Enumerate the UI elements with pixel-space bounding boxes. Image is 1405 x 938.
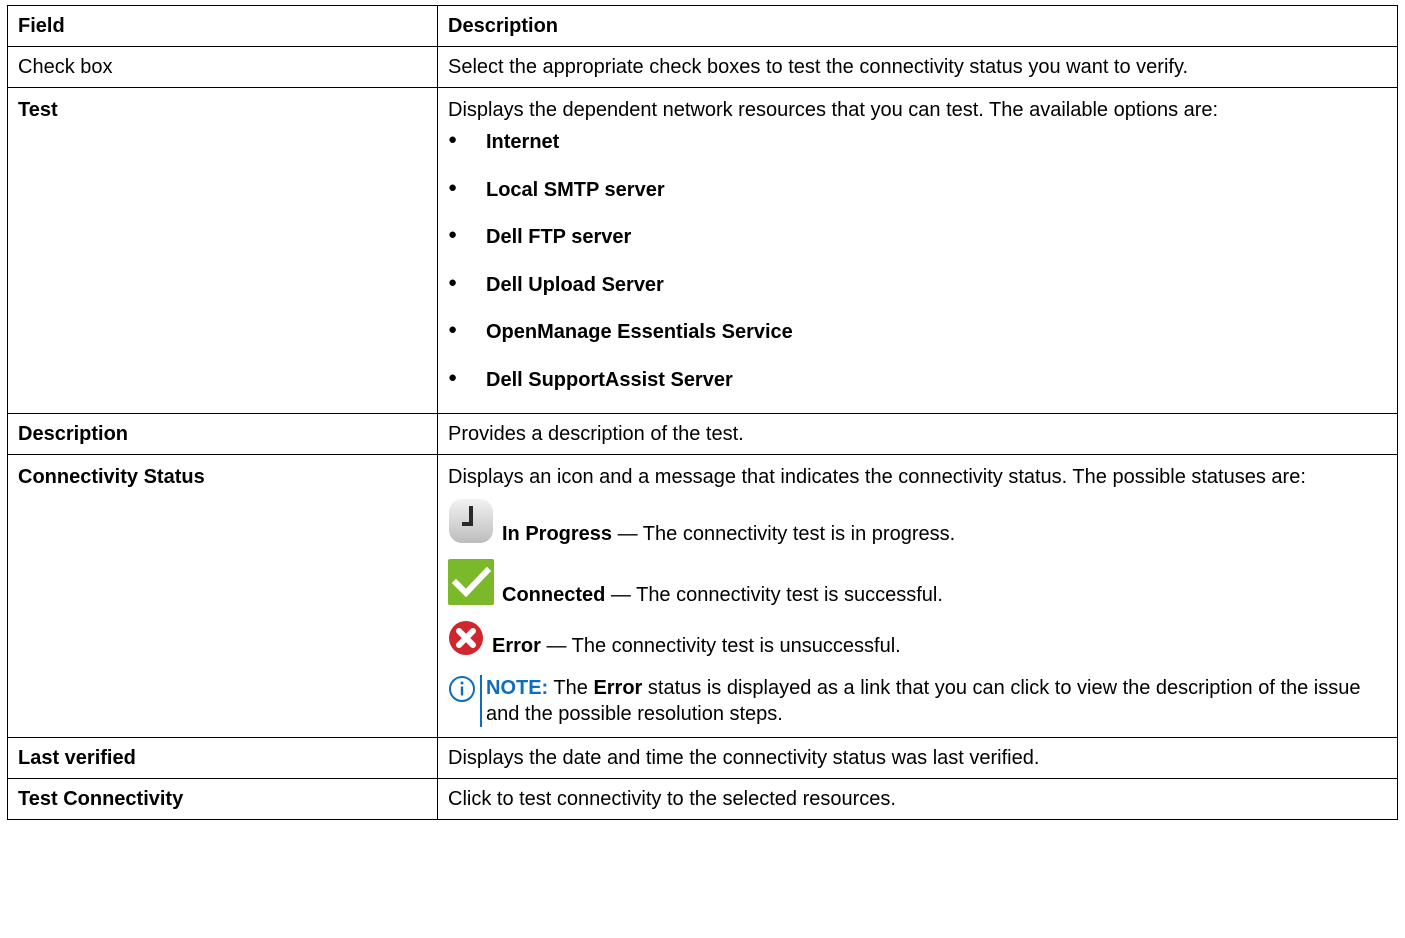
status-error: Error — The connectivity test is unsucce… — [448, 620, 1387, 663]
note-strong: Error — [593, 676, 643, 699]
test-intro: Displays the dependent network resources… — [448, 99, 1219, 121]
list-item: ● OpenManage Essentials Service — [448, 319, 1387, 367]
bullet-icon: ● — [448, 321, 458, 338]
info-icon — [448, 675, 476, 703]
status-name: In Progress — [502, 522, 613, 545]
bullet-icon: ● — [448, 226, 458, 243]
option-label: Dell SupportAssist Server — [486, 368, 733, 391]
option-label: OpenManage Essentials Service — [486, 321, 793, 343]
connectivity-intro: Displays an icon and a message that indi… — [448, 465, 1306, 488]
status-text: — The connectivity test is unsuccessful. — [540, 634, 901, 657]
field-check-box: Check box — [7, 46, 438, 88]
field-test: Test — [7, 87, 438, 414]
bullet-icon: ● — [448, 273, 458, 291]
error-icon — [448, 620, 484, 663]
table-row: Last verified Displays the date and time… — [7, 736, 1398, 779]
status-name: Connected — [502, 583, 606, 606]
field-description-table: Field Description Check box Select the a… — [7, 5, 1398, 820]
list-item: ● Dell FTP server — [448, 224, 1387, 272]
note-label: NOTE: — [486, 676, 549, 699]
field-last-verified: Last verified — [7, 736, 438, 779]
option-label: Dell Upload Server — [486, 273, 664, 296]
status-name: Error — [492, 634, 541, 657]
note-text-pre: The — [548, 676, 594, 699]
bullet-icon: ● — [448, 178, 458, 196]
option-label: Dell FTP server — [486, 226, 632, 248]
status-connected: Connected — The connectivity test is suc… — [448, 558, 1387, 612]
test-options-list: ● Internet ● Local SMTP server ● Dell FTP s… — [448, 129, 1387, 401]
desc-last-verified: Displays the date and time the connectiv… — [437, 736, 1398, 779]
list-item: ● Dell SupportAssist Server — [448, 367, 1387, 401]
table-header-row: Field Description — [7, 5, 1398, 47]
table-row: Check box Select the appropriate check b… — [7, 46, 1398, 88]
option-label: Local SMTP server — [486, 178, 665, 201]
desc-connectivity-status: Displays an icon and a message that indi… — [437, 453, 1398, 738]
clock-icon — [448, 498, 494, 551]
header-field: Field — [7, 5, 438, 47]
table-row: Test Connectivity Click to test connecti… — [7, 777, 1398, 820]
desc-description: Provides a description of the test. — [437, 412, 1398, 455]
field-connectivity-status: Connectivity Status — [7, 453, 438, 738]
header-description: Description — [437, 5, 1398, 47]
desc-check-box: Select the appropriate check boxes to te… — [437, 46, 1398, 88]
status-in-progress: In Progress — The connectivity test is i… — [448, 498, 1387, 551]
table-row: Test Displays the dependent network reso… — [7, 87, 1398, 414]
table-row: Connectivity Status Displays an icon and… — [7, 453, 1398, 738]
status-text: — The connectivity test is in progress. — [612, 522, 956, 545]
option-label: Internet — [486, 131, 560, 153]
field-test-connectivity: Test Connectivity — [7, 777, 438, 820]
bullet-icon: ● — [448, 131, 458, 148]
list-item: ● Internet — [448, 129, 1387, 177]
desc-test-connectivity: Click to test connectivity to the select… — [437, 777, 1398, 820]
field-description: Description — [7, 412, 438, 455]
bullet-icon: ● — [448, 368, 458, 386]
list-item: ● Dell Upload Server — [448, 272, 1387, 320]
table-row: Description Provides a description of th… — [7, 412, 1398, 455]
note-callout: NOTE: The Error status is displayed as a… — [448, 674, 1387, 727]
checkmark-icon — [448, 558, 494, 612]
status-text: — The connectivity test is successful. — [605, 583, 943, 606]
desc-test: Displays the dependent network resources… — [437, 87, 1398, 414]
note-body: NOTE: The Error status is displayed as a… — [480, 674, 1387, 727]
list-item: ● Local SMTP server — [448, 177, 1387, 225]
